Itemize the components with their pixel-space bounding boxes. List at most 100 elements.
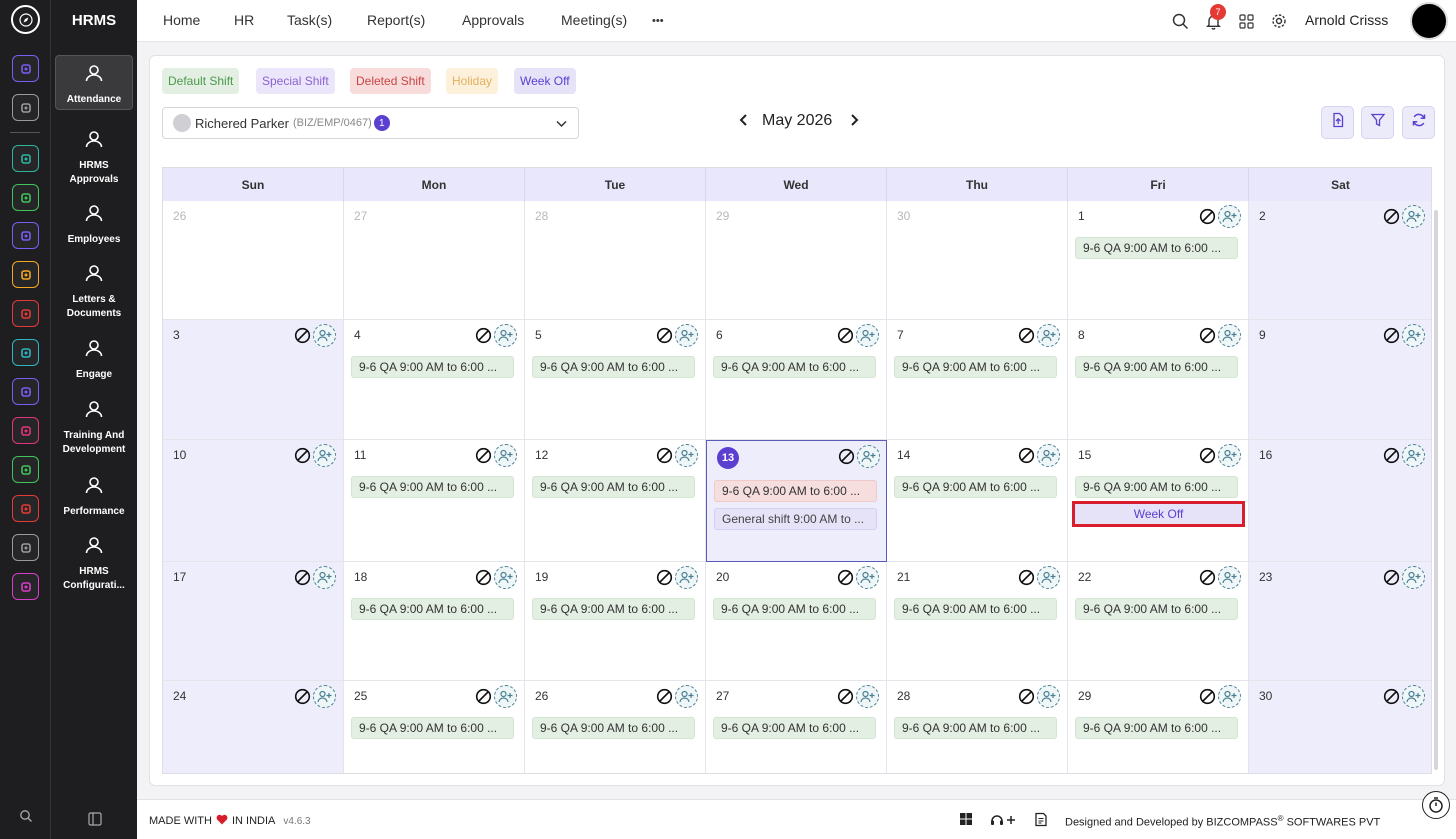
- calendar-day-cell[interactable]: 27 9-6 QA 9:00 AM to 6:00 ...: [706, 681, 887, 773]
- home-icon[interactable]: [12, 55, 39, 82]
- nav-hr[interactable]: HR: [234, 12, 254, 28]
- target-icon[interactable]: [12, 300, 39, 327]
- block-day-icon[interactable]: [1018, 327, 1035, 344]
- archive-icon[interactable]: [12, 339, 39, 366]
- block-day-icon[interactable]: [1383, 447, 1400, 464]
- nav-tasks[interactable]: Task(s): [287, 12, 332, 28]
- assign-shift-icon[interactable]: [856, 685, 879, 708]
- calendar-day-cell[interactable]: 12 9-6 QA 9:00 AM to 6:00 ...: [525, 440, 706, 562]
- block-day-icon[interactable]: [1199, 327, 1216, 344]
- special-shift-chip[interactable]: General shift 9:00 AM to ...: [714, 508, 877, 530]
- assign-shift-icon[interactable]: [1218, 444, 1241, 467]
- calendar-day-cell[interactable]: 26: [163, 201, 344, 320]
- block-day-icon[interactable]: [294, 447, 311, 464]
- shift-chip[interactable]: 9-6 QA 9:00 AM to 6:00 ...: [894, 717, 1057, 739]
- calendar-day-cell[interactable]: 30: [887, 201, 1068, 320]
- menu-item-letters-documents[interactable]: Letters & Documents: [55, 256, 133, 319]
- assign-shift-icon[interactable]: [313, 566, 336, 589]
- calendar-day-cell[interactable]: 30: [1249, 681, 1431, 773]
- shift-chip[interactable]: 9-6 QA 9:00 AM to 6:00 ...: [894, 598, 1057, 620]
- shift-chip[interactable]: 9-6 QA 9:00 AM to 6:00 ...: [532, 598, 695, 620]
- calendar-day-cell[interactable]: 20 9-6 QA 9:00 AM to 6:00 ...: [706, 562, 887, 681]
- calendar-day-cell[interactable]: 16: [1249, 440, 1431, 562]
- calendar-day-cell[interactable]: 1 9-6 QA 9:00 AM to 6:00 ...: [1068, 201, 1249, 320]
- house-icon[interactable]: [12, 534, 39, 561]
- shift-chip[interactable]: 9-6 QA 9:00 AM to 6:00 ...: [532, 476, 695, 498]
- chevron-down-icon[interactable]: [555, 117, 568, 135]
- assign-shift-icon[interactable]: [857, 445, 880, 468]
- assign-shift-icon[interactable]: [1218, 685, 1241, 708]
- block-day-icon[interactable]: [1383, 208, 1400, 225]
- assign-shift-icon[interactable]: [1037, 566, 1060, 589]
- block-day-icon[interactable]: [1018, 569, 1035, 586]
- assign-shift-icon[interactable]: [1218, 566, 1241, 589]
- menu-item-hrms-configurati[interactable]: HRMS Configurati...: [55, 528, 133, 591]
- calendar-day-cell[interactable]: 6 9-6 QA 9:00 AM to 6:00 ...: [706, 320, 887, 440]
- calendar-day-cell[interactable]: 13 9-6 QA 9:00 AM to 6:00 ... General shif…: [706, 440, 887, 562]
- shift-chip[interactable]: 9-6 QA 9:00 AM to 6:00 ...: [532, 717, 695, 739]
- calendar-day-cell[interactable]: 26 9-6 QA 9:00 AM to 6:00 ...: [525, 681, 706, 773]
- shift-chip[interactable]: 9-6 QA 9:00 AM to 6:00 ...: [1075, 476, 1238, 498]
- menu-item-attendance[interactable]: Attendance: [55, 55, 133, 110]
- block-day-icon[interactable]: [294, 569, 311, 586]
- user-name[interactable]: Arnold Crisss: [1305, 12, 1388, 28]
- assign-shift-icon[interactable]: [1037, 685, 1060, 708]
- assign-shift-icon[interactable]: [1218, 205, 1241, 228]
- block-day-icon[interactable]: [475, 327, 492, 344]
- calendar-day-cell[interactable]: 5 9-6 QA 9:00 AM to 6:00 ...: [525, 320, 706, 440]
- shift-chip[interactable]: 9-6 QA 9:00 AM to 6:00 ...: [351, 598, 514, 620]
- prev-month-button[interactable]: [738, 113, 750, 132]
- block-day-icon[interactable]: [1199, 569, 1216, 586]
- assign-shift-icon[interactable]: [675, 324, 698, 347]
- briefcase-icon[interactable]: [12, 222, 39, 249]
- next-month-button[interactable]: [848, 113, 860, 132]
- shift-chip[interactable]: 9-6 QA 9:00 AM to 6:00 ...: [713, 598, 876, 620]
- monitor-icon[interactable]: [12, 417, 39, 444]
- week-off-chip[interactable]: Week Off: [1072, 501, 1245, 527]
- calendar-day-cell[interactable]: 7 9-6 QA 9:00 AM to 6:00 ...: [887, 320, 1068, 440]
- calendar-day-cell[interactable]: 27: [344, 201, 525, 320]
- block-day-icon[interactable]: [475, 569, 492, 586]
- calendar-day-cell[interactable]: 2: [1249, 201, 1431, 320]
- assign-shift-icon[interactable]: [313, 324, 336, 347]
- assign-shift-icon[interactable]: [1402, 566, 1425, 589]
- shift-chip[interactable]: 9-6 QA 9:00 AM to 6:00 ...: [351, 356, 514, 378]
- calendar-day-cell[interactable]: 19 9-6 QA 9:00 AM to 6:00 ...: [525, 562, 706, 681]
- calendar-day-cell[interactable]: 10: [163, 440, 344, 562]
- settings-gear-icon[interactable]: [1269, 11, 1289, 31]
- upload-button[interactable]: [1321, 106, 1354, 139]
- shift-chip[interactable]: 9-6 QA 9:00 AM to 6:00 ...: [894, 476, 1057, 498]
- nav-home[interactable]: Home: [163, 12, 200, 28]
- shift-chip[interactable]: 9-6 QA 9:00 AM to 6:00 ...: [714, 480, 877, 502]
- calendar-day-cell[interactable]: 18 9-6 QA 9:00 AM to 6:00 ...: [344, 562, 525, 681]
- block-day-icon[interactable]: [475, 688, 492, 705]
- assign-shift-icon[interactable]: [1218, 324, 1241, 347]
- nav-approvals[interactable]: Approvals: [462, 12, 524, 28]
- calendar-day-cell[interactable]: 22 9-6 QA 9:00 AM to 6:00 ...: [1068, 562, 1249, 681]
- block-day-icon[interactable]: [656, 569, 673, 586]
- search-icon[interactable]: [1170, 11, 1190, 31]
- shift-chip[interactable]: 9-6 QA 9:00 AM to 6:00 ...: [1075, 237, 1238, 259]
- assign-shift-icon[interactable]: [1402, 685, 1425, 708]
- calendar-day-cell[interactable]: 29: [706, 201, 887, 320]
- more-menu-icon[interactable]: •••: [652, 15, 664, 27]
- page-scrollbar[interactable]: [1434, 210, 1438, 770]
- search-icon[interactable]: [16, 806, 36, 826]
- calendar-day-cell[interactable]: 14 9-6 QA 9:00 AM to 6:00 ...: [887, 440, 1068, 562]
- block-day-icon[interactable]: [837, 327, 854, 344]
- settings-gear-icon[interactable]: [12, 573, 39, 600]
- calendar-day-cell[interactable]: 28 9-6 QA 9:00 AM to 6:00 ...: [887, 681, 1068, 773]
- windows-icon[interactable]: [959, 812, 975, 828]
- flight-icon[interactable]: [12, 378, 39, 405]
- nav-reports[interactable]: Report(s): [367, 12, 425, 28]
- stack-icon[interactable]: [12, 184, 39, 211]
- calendar-day-cell[interactable]: 17: [163, 562, 344, 681]
- assign-shift-icon[interactable]: [675, 685, 698, 708]
- menu-item-training-and-development[interactable]: Training And Development: [55, 392, 133, 455]
- calendar-day-cell[interactable]: 11 9-6 QA 9:00 AM to 6:00 ...: [344, 440, 525, 562]
- pin-icon[interactable]: [12, 94, 39, 121]
- assign-shift-icon[interactable]: [675, 444, 698, 467]
- assign-shift-icon[interactable]: [856, 566, 879, 589]
- shift-chip[interactable]: 9-6 QA 9:00 AM to 6:00 ...: [1075, 356, 1238, 378]
- block-day-icon[interactable]: [475, 447, 492, 464]
